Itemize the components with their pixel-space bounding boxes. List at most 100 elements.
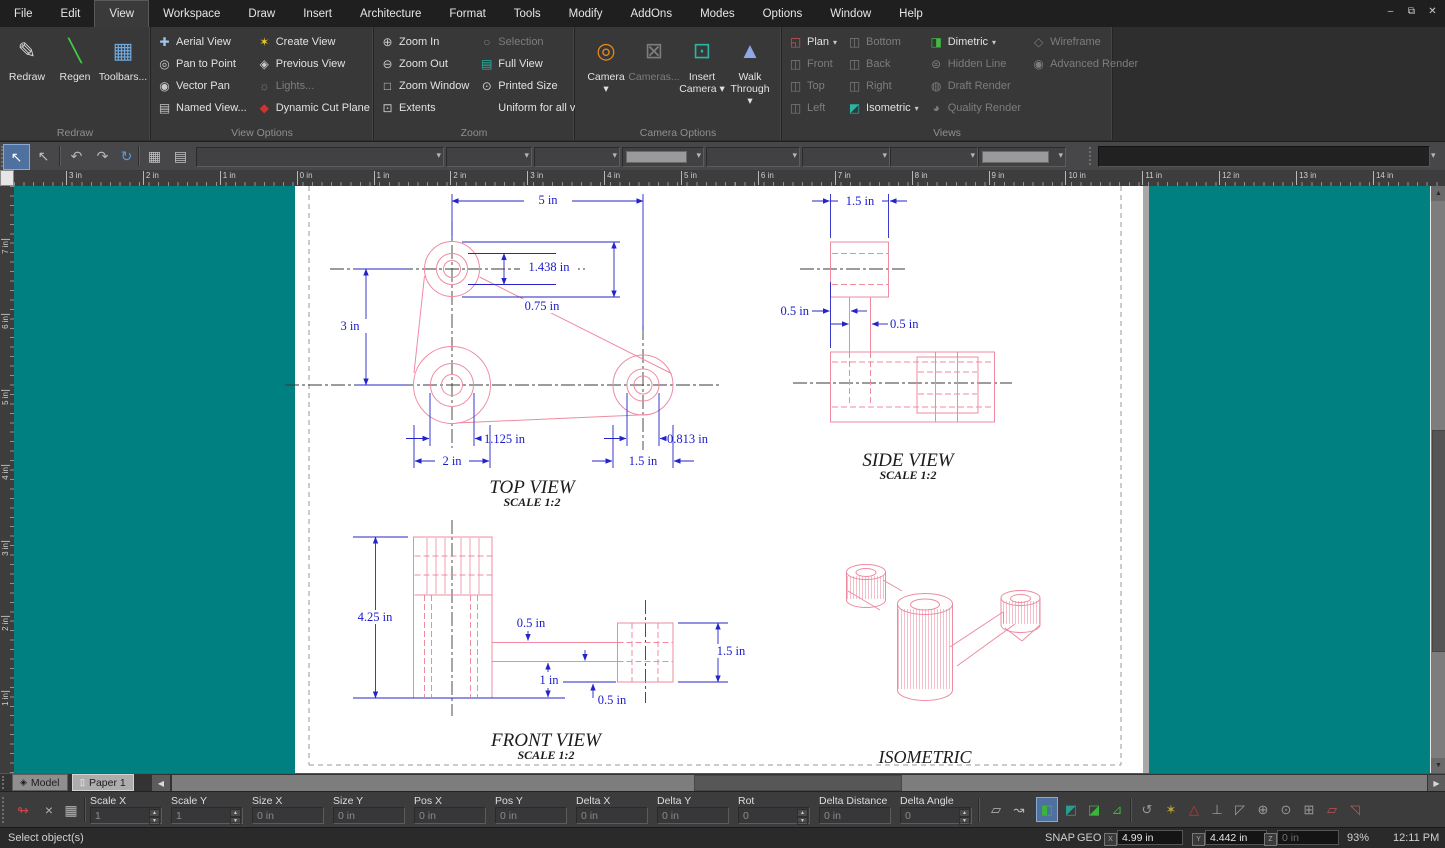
menu-draw[interactable]: Draw (234, 0, 289, 27)
walk-button[interactable]: ▲WalkThrough ▾ (727, 31, 773, 123)
named-view-button[interactable]: ▤Named View... (157, 97, 247, 119)
previous-view-button[interactable]: ◈Previous View (257, 53, 378, 75)
menu-help[interactable]: Help (885, 0, 937, 27)
geo-toggle[interactable]: GEO (1077, 832, 1101, 844)
menu-window[interactable]: Window (816, 0, 885, 27)
delete-icon[interactable]: × (38, 798, 60, 822)
zoom-in-button[interactable]: ⊕Zoom In (380, 31, 469, 53)
tab-model[interactable]: ◈ Model (12, 774, 68, 791)
scroll-right-icon[interactable]: ▶ (1428, 775, 1445, 791)
redo-icon[interactable]: ↷ (90, 144, 115, 168)
zoom-out-button[interactable]: ⊖Zoom Out (380, 53, 469, 75)
plan-button[interactable]: ◱Plan▾ (788, 31, 837, 53)
toolbar-dropdown-1[interactable]: ▾ (196, 147, 444, 167)
curve-edit-icon[interactable]: ↝ (1008, 797, 1030, 822)
scale-icon[interactable]: ⊞ (1298, 797, 1320, 822)
ruler-mark: 2 in (143, 171, 159, 185)
menu-tools[interactable]: Tools (500, 0, 555, 27)
node-select-icon[interactable]: ↖ (31, 144, 56, 168)
undo-icon[interactable]: ↶ (64, 144, 89, 168)
camera-button[interactable]: ◎Camera▾ (583, 31, 629, 123)
vertical-scrollbar[interactable]: ▲ ▼ (1430, 186, 1445, 773)
rotate-icon[interactable]: ⊙ (1275, 797, 1297, 822)
dimetric-button[interactable]: ◨Dimetric▾ (929, 31, 1021, 53)
skew-icon[interactable]: ▱ (1321, 797, 1343, 822)
minimize-icon[interactable]: – (1382, 3, 1399, 19)
close-icon[interactable]: ✕ (1424, 3, 1441, 19)
vertical-scroll-thumb[interactable] (1432, 430, 1445, 652)
snap-toggle[interactable]: SNAP (1045, 832, 1075, 844)
point-marker-icon[interactable]: ✶ (1160, 797, 1182, 822)
layer-table-icon[interactable]: ▦ (142, 144, 167, 168)
pan-to-point-button[interactable]: ◎Pan to Point (157, 53, 247, 75)
pan-refresh-icon[interactable]: ↻ (114, 144, 139, 168)
group-label: Zoom (374, 127, 574, 139)
toolbars-button[interactable]: ▦Toolbars... (100, 31, 146, 123)
menu-workspace[interactable]: Workspace (149, 0, 234, 27)
command-combobox[interactable] (1098, 146, 1430, 167)
aerial-view-button[interactable]: ✚Aerial View (157, 31, 247, 53)
dynamic-cut-plane-button[interactable]: ◆Dynamic Cut Plane▾ (257, 97, 378, 119)
align-icon[interactable]: ⊥ (1206, 797, 1228, 822)
zoom-percentage: 93% (1347, 832, 1369, 844)
deselect-icon[interactable]: ↺ (1136, 797, 1158, 822)
menu-format[interactable]: Format (435, 0, 499, 27)
restore-icon[interactable]: ⧉ (1403, 3, 1420, 19)
coordinate-x-field[interactable]: 4.99 in (1117, 830, 1183, 845)
menu-addons[interactable]: AddOns (617, 0, 687, 27)
menu-options[interactable]: Options (749, 0, 817, 27)
select-window-icon[interactable]: ◧ (1036, 797, 1058, 822)
select-inside-icon[interactable]: ◪ (1083, 797, 1105, 822)
toolbar-dropdown-5[interactable]: ▾ (706, 147, 800, 167)
node-curve-icon[interactable]: ↬ (12, 798, 34, 822)
pos-y-field: 0 in (495, 807, 567, 824)
toolbar-dropdown-6[interactable]: ▾ (802, 147, 890, 167)
wireframe-icon: ◇ (1031, 35, 1046, 49)
properties-table-icon[interactable]: ▦ (60, 798, 82, 822)
toolbar-dropdown-4[interactable]: ▾ (622, 147, 704, 167)
menu-file[interactable]: File (0, 0, 47, 27)
menu-modify[interactable]: Modify (555, 0, 617, 27)
select-crossing-icon[interactable]: ◩ (1060, 797, 1082, 822)
create-view-button[interactable]: ✶Create View (257, 31, 378, 53)
insert-button[interactable]: ⊡InsertCamera ▾ (679, 31, 725, 123)
angle-warning-icon[interactable]: △ (1183, 797, 1205, 822)
orbit-box-icon[interactable]: ▱ (985, 797, 1007, 822)
vector-pan-button[interactable]: ◉Vector Pan (157, 75, 247, 97)
print-preview-icon[interactable]: ▤ (168, 144, 193, 168)
scroll-down-icon[interactable]: ▼ (1431, 758, 1445, 773)
scroll-left-icon[interactable]: ◀ (152, 775, 170, 791)
ruler-mark: 7 in (1, 239, 10, 256)
mirror-icon[interactable]: ◸ (1229, 797, 1251, 822)
toolbar-dropdown-3[interactable]: ▾ (534, 147, 620, 167)
menu-modes[interactable]: Modes (686, 0, 749, 27)
redraw-button[interactable]: ✎Redraw (4, 31, 50, 123)
flip-icon[interactable]: ◹ (1344, 797, 1366, 822)
tab-paper-1[interactable]: ▯ Paper 1 (72, 774, 134, 791)
move-icon[interactable]: ⊕ (1252, 797, 1274, 822)
clock: 12:11 PM (1393, 832, 1439, 844)
coordinate-y-field[interactable]: 4.442 in (1205, 830, 1267, 845)
size-y-field: 0 in (333, 807, 405, 824)
horizontal-scroll-thumb[interactable] (694, 775, 902, 791)
toolbar-dropdown-7[interactable]: ▾ (890, 147, 978, 167)
menu-insert[interactable]: Insert (289, 0, 346, 27)
scroll-up-icon[interactable]: ▲ (1431, 186, 1445, 201)
coordinate-z-field[interactable]: 0 in (1277, 830, 1339, 845)
toolbar-dropdown-8[interactable]: ▾ (978, 147, 1066, 167)
select-poly-icon[interactable]: ⊿ (1106, 797, 1128, 822)
isometric-button[interactable]: ◩Isometric▾ (847, 97, 919, 119)
zoom-window-button[interactable]: □Zoom Window (380, 75, 469, 97)
chevron-down-icon[interactable]: ▾ (1431, 150, 1436, 161)
toolbar-dropdown-2[interactable]: ▾ (446, 147, 532, 167)
select-cursor-icon[interactable]: ↖ (3, 144, 30, 170)
button-label: Zoom Window (399, 80, 469, 92)
extents-button[interactable]: ⊡Extents (380, 97, 469, 119)
menu-view[interactable]: View (94, 0, 149, 27)
regen-button[interactable]: ╲Regen (52, 31, 98, 123)
drawing-canvas[interactable]: 5 in 1.438 in 0.75 in 3 in 1.125 in 2 in… (14, 186, 1430, 773)
horizontal-scrollbar[interactable] (172, 775, 1427, 791)
button-label: Advanced Render (1050, 58, 1138, 70)
menu-edit[interactable]: Edit (47, 0, 95, 27)
menu-architecture[interactable]: Architecture (346, 0, 435, 27)
